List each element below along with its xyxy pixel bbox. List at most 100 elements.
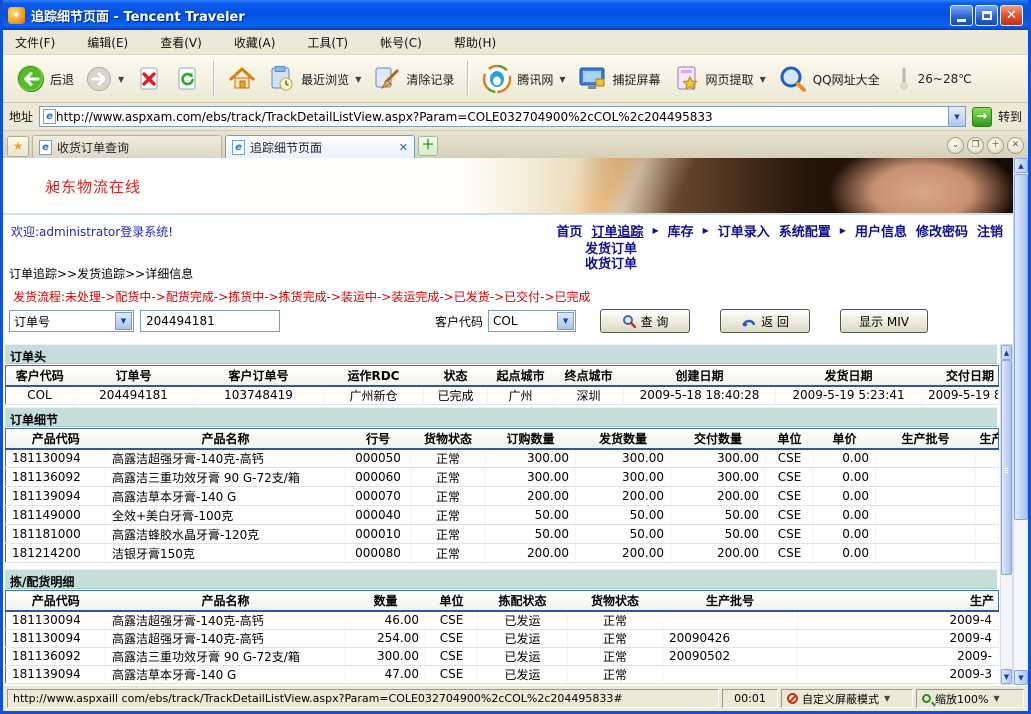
menu-edit[interactable]: 编辑(E) bbox=[81, 31, 140, 54]
column-header: 产品名称 bbox=[106, 429, 346, 449]
table-cell: 高露洁三重功效牙膏 90 G-72支/箱 bbox=[106, 647, 346, 665]
table-cell bbox=[976, 468, 999, 487]
recent-dropdown-icon[interactable]: ▼ bbox=[355, 75, 361, 84]
stop-icon bbox=[136, 66, 162, 92]
query-button[interactable]: 查 询 bbox=[600, 309, 690, 333]
tab-list-button[interactable]: ⌄ bbox=[947, 137, 964, 154]
table-cell: 20090502 bbox=[663, 647, 798, 665]
favorites-button[interactable]: ★ bbox=[7, 136, 29, 157]
extract-button[interactable]: 网页提取 ▼ bbox=[667, 62, 772, 96]
forward-icon bbox=[86, 66, 112, 92]
nav-change-password[interactable]: 修改密码 bbox=[916, 221, 968, 240]
table-cell: 2009-5-19 8 bbox=[922, 386, 999, 405]
table-cell: 000040 bbox=[346, 506, 411, 525]
block-mode-control[interactable]: 自定义屏蔽模式 ▼ bbox=[781, 689, 913, 708]
table-cell: 高露洁蜂胶水晶牙膏-120克 bbox=[106, 525, 346, 544]
table-cell: 47.00 bbox=[346, 665, 426, 683]
page-scrollbar-thumb[interactable] bbox=[1014, 174, 1028, 520]
qq-site-button[interactable]: 腾讯网 ▼ bbox=[476, 61, 571, 97]
menu-account[interactable]: 帐号(C) bbox=[374, 31, 434, 54]
back-label: 后退 bbox=[50, 71, 74, 88]
table-row: 181181000高露洁蜂胶水晶牙膏-120克000010正常50.0050.0… bbox=[6, 525, 999, 544]
menu-favorites[interactable]: 收藏(A) bbox=[228, 31, 288, 54]
weather-widget[interactable]: 26~28℃ bbox=[894, 67, 972, 91]
customer-code-select[interactable]: COL ▼ bbox=[488, 310, 576, 332]
qq-nav-button[interactable]: QQ网址大全 bbox=[772, 61, 886, 97]
nav-user-info[interactable]: 用户信息 bbox=[855, 221, 907, 240]
nav-home[interactable]: 首页 bbox=[556, 221, 582, 240]
table-cell: 洁银牙膏150克 bbox=[106, 544, 346, 563]
capture-icon bbox=[578, 65, 608, 93]
table-cell: 000010 bbox=[346, 525, 411, 544]
capture-button[interactable]: 捕捉屏幕 bbox=[572, 62, 667, 96]
tab-close-icon[interactable]: ✕ bbox=[399, 141, 408, 154]
inner-scrollbar[interactable]: ▲ ▼ bbox=[1000, 344, 1013, 685]
extract-dropdown-icon[interactable]: ▼ bbox=[760, 75, 766, 84]
column-header: 创建日期 bbox=[624, 366, 776, 386]
table-cell: 正常 bbox=[411, 506, 486, 525]
table-cell: 正常 bbox=[568, 611, 663, 630]
close-button[interactable]: ✕ bbox=[1000, 5, 1023, 26]
return-button[interactable]: 返 回 bbox=[720, 309, 810, 333]
minimize-button[interactable] bbox=[950, 5, 973, 26]
table-cell: CSE bbox=[766, 506, 814, 525]
show-miv-button[interactable]: 显示 MIV bbox=[840, 309, 928, 333]
home-icon bbox=[228, 65, 256, 93]
nav-inventory[interactable]: 库存 bbox=[668, 221, 694, 240]
recent-button[interactable]: 最近浏览 ▼ bbox=[262, 62, 367, 96]
home-button[interactable] bbox=[222, 62, 262, 96]
nav-system-config[interactable]: 系统配置 bbox=[779, 221, 831, 240]
table-cell: CSE bbox=[766, 468, 814, 487]
nav-arrow-icon: ▶ bbox=[703, 226, 709, 235]
chevron-down-icon: ▼ bbox=[884, 694, 890, 703]
menu-tools[interactable]: 工具(T) bbox=[301, 31, 360, 54]
section-pick-detail: 拣/配货明细 bbox=[5, 569, 997, 589]
nav-logout[interactable]: 注销 bbox=[977, 221, 1003, 240]
table-cell: 2009-3 bbox=[798, 665, 999, 683]
scroll-down-icon[interactable]: ▼ bbox=[1014, 670, 1028, 685]
column-header: 行号 bbox=[346, 429, 411, 449]
table-cell bbox=[876, 506, 976, 525]
table-cell: 300.00 bbox=[671, 468, 766, 487]
go-label: 转到 bbox=[998, 108, 1022, 125]
new-tab-button[interactable]: ＋ bbox=[418, 136, 438, 156]
table-cell: 正常 bbox=[568, 647, 663, 665]
clear-button[interactable]: 清除记录 bbox=[367, 62, 460, 96]
maximize-button[interactable] bbox=[975, 5, 998, 26]
inner-scrollbar-thumb[interactable] bbox=[1001, 360, 1012, 575]
address-input[interactable]: e http://www.aspxam.com/ebs/track/TrackD… bbox=[39, 106, 966, 127]
zoom-label: 缩放100% bbox=[935, 691, 988, 707]
tab-close-all-button[interactable]: ✕ bbox=[1007, 137, 1024, 154]
table-row: 181149000全效+美白牙膏-100克000040正常50.0050.005… bbox=[6, 506, 999, 525]
go-button[interactable]: → bbox=[972, 107, 992, 127]
nav-submenu: 发货订单 收货订单 bbox=[585, 242, 637, 272]
refresh-button[interactable] bbox=[168, 63, 206, 95]
scroll-down-icon[interactable]: ▼ bbox=[1001, 669, 1012, 684]
forward-dropdown-icon[interactable]: ▼ bbox=[118, 75, 124, 84]
order-type-select[interactable]: 订单号 ▼ bbox=[9, 310, 134, 332]
scroll-up-icon[interactable]: ▲ bbox=[1001, 345, 1012, 360]
tab-add-button[interactable]: ＋ bbox=[987, 137, 1004, 154]
back-button[interactable]: 后退 bbox=[11, 62, 80, 96]
table-row: 181130094高露洁超强牙膏-140克-高钙254.00CSE已发运正常20… bbox=[6, 629, 999, 647]
menu-help[interactable]: 帮助(H) bbox=[448, 31, 508, 54]
qq-site-dropdown-icon[interactable]: ▼ bbox=[559, 75, 565, 84]
column-header: 订单号 bbox=[74, 366, 194, 386]
subnav-ship-order[interactable]: 发货订单 bbox=[585, 242, 637, 257]
scroll-up-icon[interactable]: ▲ bbox=[1014, 158, 1028, 173]
subnav-receive-order[interactable]: 收货订单 bbox=[585, 257, 637, 272]
nav-order-tracking[interactable]: 订单追踪 bbox=[591, 221, 643, 240]
table-cell bbox=[876, 525, 976, 544]
nav-order-entry[interactable]: 订单录入 bbox=[718, 221, 770, 240]
order-number-input[interactable]: 204494181 bbox=[140, 310, 280, 332]
stop-button[interactable] bbox=[130, 63, 168, 95]
menu-file[interactable]: 文件(F) bbox=[9, 31, 67, 54]
page-scrollbar[interactable]: ▲ ▼ bbox=[1013, 158, 1028, 685]
zoom-control[interactable]: 缩放100% ▼ bbox=[916, 689, 1024, 708]
forward-button[interactable]: ▼ bbox=[80, 63, 130, 95]
tab-restore-button[interactable]: ❐ bbox=[967, 137, 984, 154]
menu-view[interactable]: 查看(V) bbox=[154, 31, 214, 54]
tab-track-detail[interactable]: e 追踪细节页面 ✕ bbox=[225, 135, 415, 158]
tab-receive-order-query[interactable]: e 收货订单查询 bbox=[32, 135, 222, 158]
address-dropdown-icon[interactable]: ▼ bbox=[948, 107, 965, 126]
